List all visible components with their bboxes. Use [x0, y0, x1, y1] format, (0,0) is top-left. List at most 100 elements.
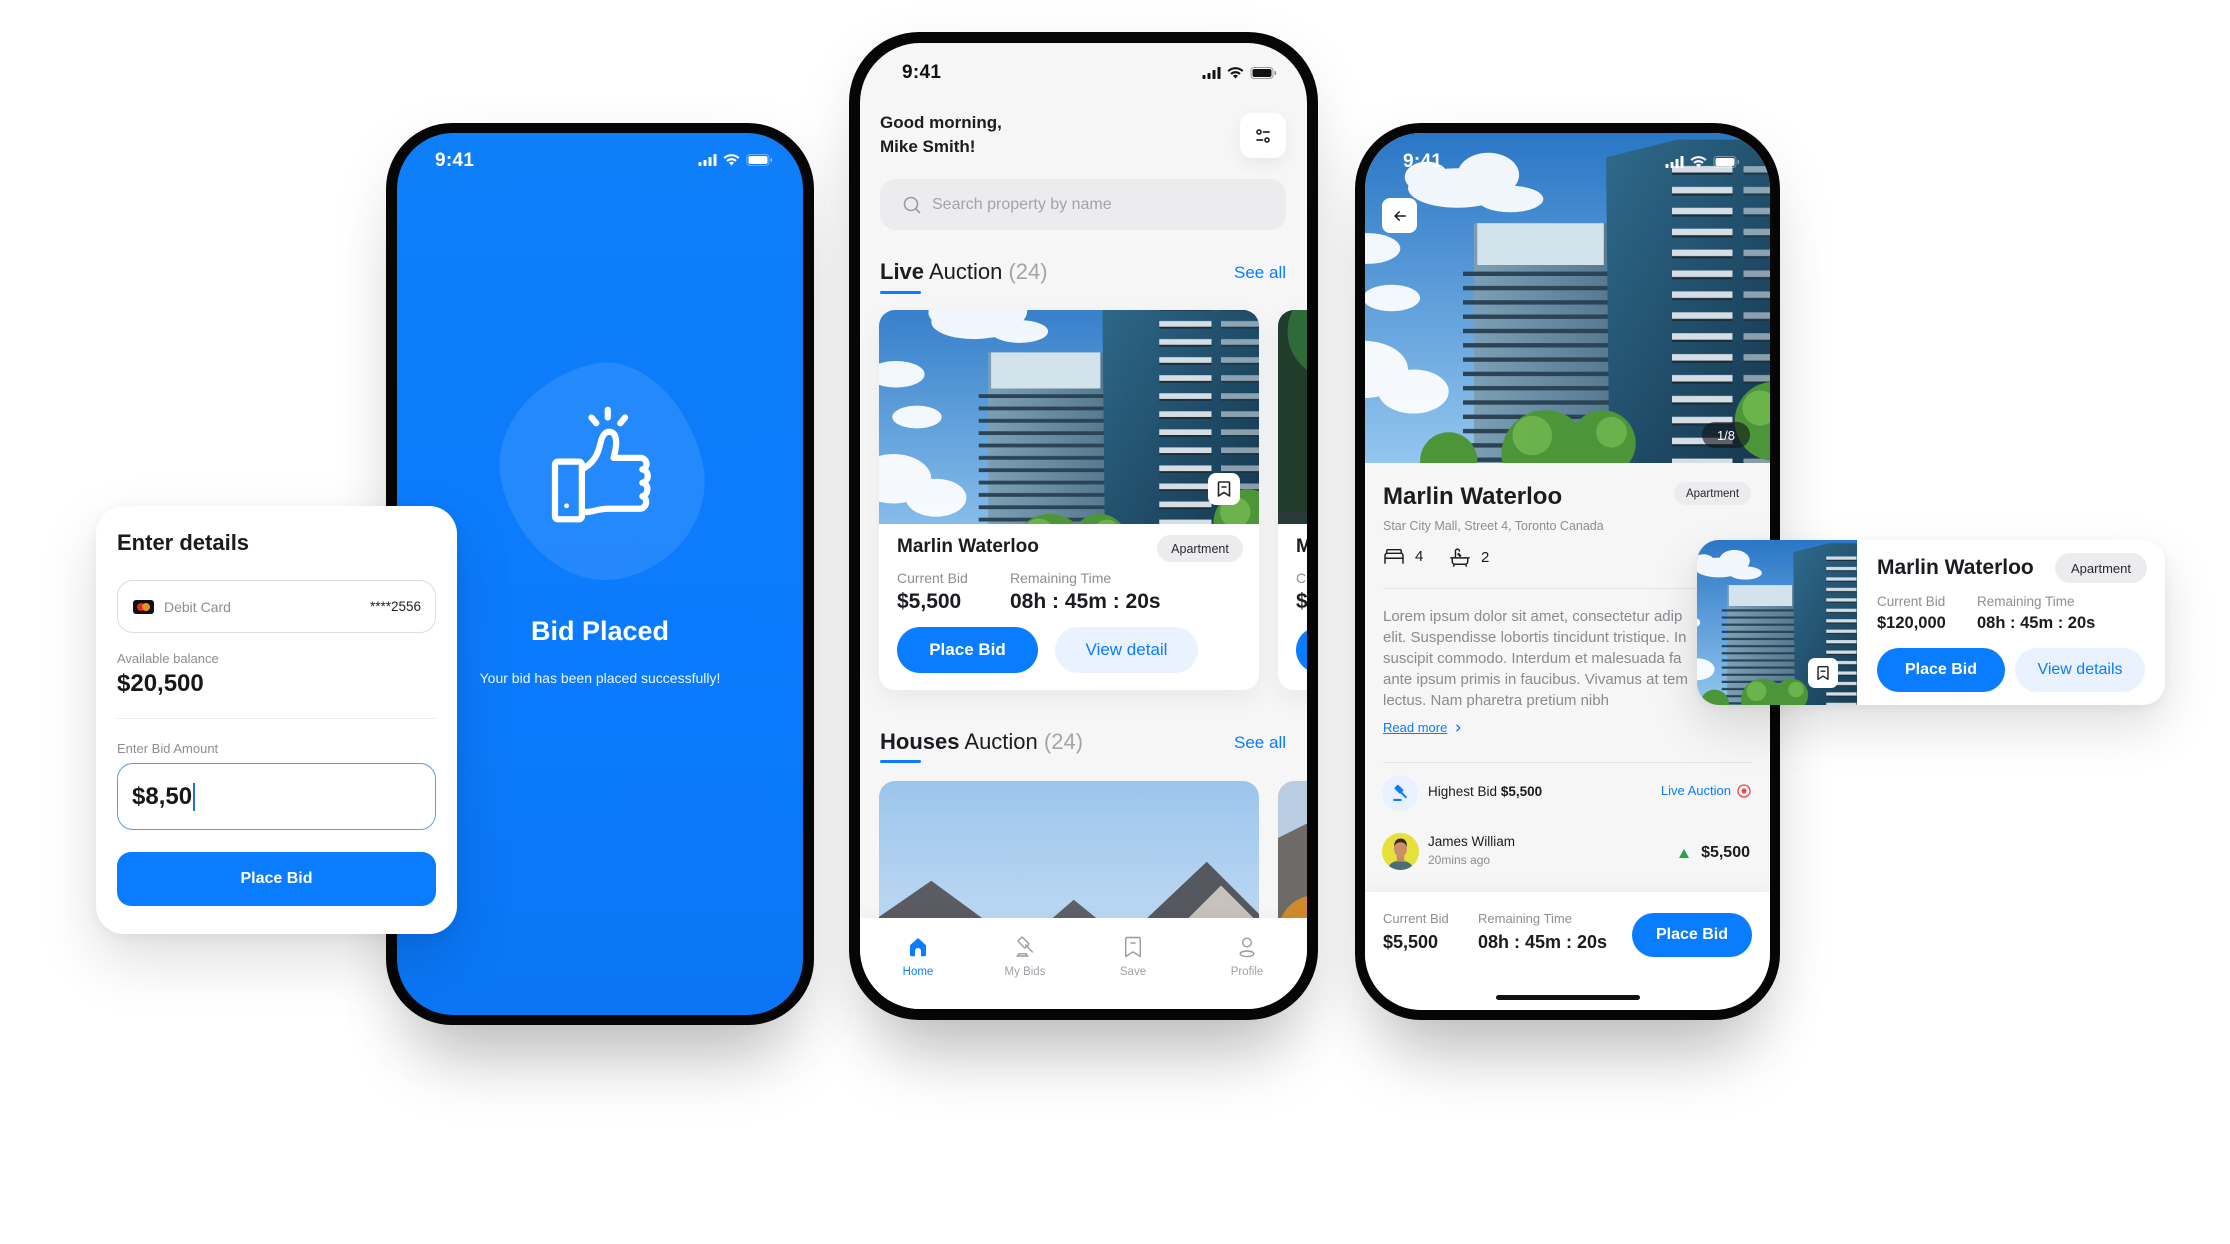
home-indicator	[1496, 995, 1640, 1000]
description-line: Lorem ipsum dolor sit amet, consectetur …	[1383, 608, 1683, 625]
read-more-link[interactable]: Read more	[1383, 720, 1463, 736]
property-photo[interactable]	[879, 310, 1259, 524]
current-bid-label: C	[1296, 570, 1307, 586]
back-button[interactable]	[1382, 198, 1417, 233]
apartment-photo	[1365, 133, 1770, 463]
remaining-time-value: 08h : 45m : 20s	[1478, 932, 1608, 952]
nav-home[interactable]: Home	[873, 918, 963, 998]
auction-card-horizontal[interactable]: Marlin Waterloo Apartment Current Bid Re…	[1697, 540, 2165, 705]
live-auction-indicator: Live Auction	[1661, 783, 1751, 799]
description-line: elit. Suspendisse lobortis tincidunt tri…	[1383, 629, 1687, 646]
status-icons	[698, 154, 773, 166]
view-detail-button[interactable]: View detail	[1055, 627, 1198, 673]
payment-method-selector[interactable]: Debit Card ****2556	[117, 580, 436, 633]
property-hero-photo[interactable]	[1365, 133, 1770, 463]
current-bid-label: Current Bid	[897, 570, 968, 586]
greeting-line: Good morning,	[880, 113, 1002, 132]
section-underline	[880, 291, 921, 294]
filter-icon	[1256, 128, 1270, 143]
search-icon	[903, 196, 921, 213]
highest-bid: Highest Bid $5,500	[1428, 784, 1542, 800]
bid-time: 20mins ago	[1428, 853, 1491, 867]
place-bid-button[interactable]: Place Bid	[897, 627, 1038, 673]
property-name: Marlin Waterloo	[1383, 483, 1563, 510]
wifi-icon	[723, 154, 740, 166]
signal-icon	[698, 154, 717, 166]
status-time: 9:41	[902, 62, 942, 83]
place-bid-button[interactable]: Place Bid	[117, 852, 436, 906]
bid-placed-message: Your bid has been placed successfully!	[479, 670, 721, 686]
description-line: suscipit commodo. Interdum et malesuada …	[1383, 650, 1682, 667]
gavel-icon	[1016, 936, 1034, 957]
view-details-button[interactable]: View details	[2015, 648, 2145, 692]
bid-amount: $5,500	[1679, 844, 1750, 862]
bottom-nav: Home My Bids Save Profile	[860, 918, 1307, 1009]
property-type-badge: Apartment	[2055, 553, 2147, 583]
search-input[interactable]	[932, 195, 1252, 214]
thumbs-up-icon	[551, 406, 651, 523]
greeting: Good morning, Mike Smith!	[880, 111, 1002, 159]
bed-icon	[1384, 548, 1404, 564]
see-all-live-link[interactable]: See all	[1234, 262, 1286, 284]
bid-form-title: Enter details	[117, 530, 250, 555]
current-bid-value: $	[1296, 590, 1307, 613]
property-address: Star City Mall, Street 4, Toronto Canada	[1383, 519, 1604, 533]
gavel-icon	[1393, 784, 1407, 801]
bookmark-button[interactable]	[1808, 658, 1838, 688]
home-screen: 9:41 Good morning, Mike Smith! Live Auct…	[860, 43, 1307, 1009]
bookmark-button[interactable]	[1208, 473, 1240, 505]
divider	[1383, 762, 1752, 763]
live-record-icon	[1737, 784, 1751, 798]
remaining-time-label: Remaining Time	[1977, 594, 2075, 609]
description-line: lectus. Nam pharetra pretium nibh	[1383, 692, 1609, 709]
current-bid-value: $120,000	[1877, 614, 1946, 632]
property-name: Marlin Waterloo	[1877, 556, 2034, 579]
available-balance-label: Available balance	[117, 651, 219, 666]
remaining-time-value: 08h : 45m : 20s	[1010, 590, 1161, 613]
place-bid-button[interactable]	[1296, 627, 1307, 673]
bath-icon	[1450, 548, 1470, 567]
divider	[117, 718, 436, 719]
bookmark-icon	[1125, 936, 1141, 958]
auction-card[interactable]: Marlin Waterloo Apartment Current Bid Re…	[879, 310, 1259, 690]
nav-label: Save	[1119, 966, 1147, 978]
status-icons	[1202, 67, 1277, 79]
apartment-photo	[879, 310, 1259, 524]
description-line: ante ipsum primis in faucibus. Vivamus a…	[1383, 671, 1688, 688]
nav-profile[interactable]: Profile	[1202, 918, 1292, 998]
see-all-houses-link[interactable]: See all	[1234, 732, 1286, 754]
nav-save[interactable]: Save	[1088, 918, 1178, 998]
read-more-label: Read more	[1383, 720, 1448, 735]
property-photo[interactable]	[1278, 310, 1307, 524]
mastercard-icon	[133, 599, 154, 614]
card-number-masked: ****2556	[369, 599, 421, 614]
bid-form-card: Enter details Debit Card ****2556 Availa…	[96, 506, 457, 934]
status-icons	[1665, 156, 1740, 168]
auction-card-peek[interactable]: M C $	[1278, 310, 1307, 690]
filter-button[interactable]	[1240, 113, 1286, 158]
bid-amount-input[interactable]: $8,50	[117, 763, 436, 830]
available-balance-value: $20,500	[117, 670, 204, 697]
nav-label: Home	[902, 966, 934, 978]
bidder-name: James William	[1428, 834, 1516, 849]
nav-my-bids[interactable]: My Bids	[980, 918, 1070, 998]
bathrooms-count: 2	[1481, 548, 1490, 566]
section-underline	[880, 760, 921, 763]
status-time: 9:41	[435, 150, 475, 171]
battery-icon	[1713, 156, 1740, 168]
bid-amount-value: $8,50	[132, 782, 193, 810]
heading-rest: Auction	[964, 729, 1038, 754]
houses-auction-heading: Houses Auction (24)	[880, 729, 1083, 755]
bid-amount-value: $5,500	[1701, 844, 1750, 861]
place-bid-button[interactable]: Place Bid	[1877, 648, 2005, 692]
bid-footer-bar: Current Bid Remaining Time $5,500 08h : …	[1365, 892, 1770, 1010]
remaining-time-label: Remaining Time	[1010, 570, 1112, 586]
place-bid-button[interactable]: Place Bid	[1632, 913, 1752, 957]
remaining-time-label: Remaining Time	[1478, 911, 1572, 926]
current-bid-value: $5,500	[1383, 932, 1439, 952]
property-type-badge: Apartment	[1157, 535, 1243, 562]
current-bid-value: $5,500	[897, 590, 962, 613]
nav-label: Profile	[1230, 966, 1264, 978]
bid-placed-screen: 9:41 Bid Placed Your bid has been placed…	[397, 133, 803, 1015]
profile-icon	[1239, 937, 1255, 958]
